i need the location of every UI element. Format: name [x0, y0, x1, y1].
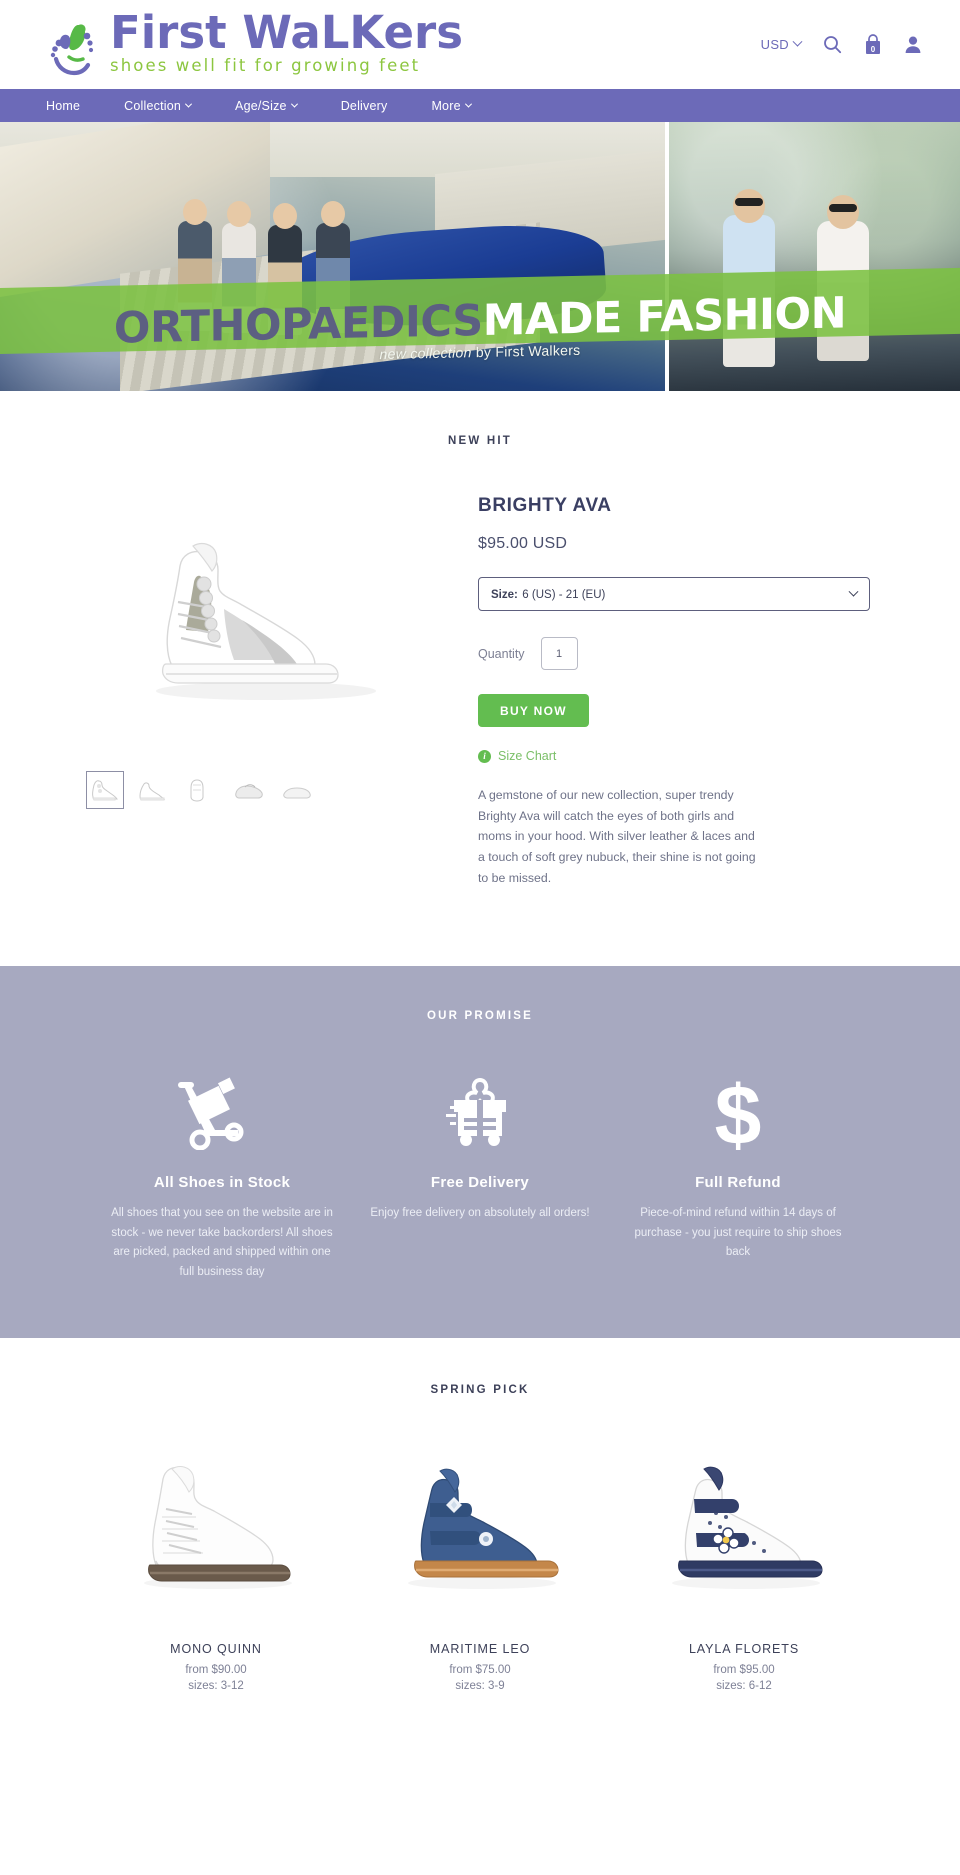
- buy-now-button[interactable]: BUY NOW: [478, 694, 589, 727]
- promise-text: All shoes that you see on the website ar…: [111, 1207, 333, 1278]
- logo-word-walkers: WaLKers: [242, 6, 463, 60]
- product-name: MARITIME LEO: [429, 1642, 531, 1657]
- size-select-label: Size:: [491, 589, 518, 601]
- our-promise-section: OUR PROMISE All Shoes in Stock All shoes…: [0, 966, 960, 1339]
- nav-item-collection[interactable]: Collection: [102, 99, 213, 113]
- svg-text:$: $: [715, 1076, 762, 1150]
- nav-item-delivery[interactable]: Delivery: [319, 99, 410, 113]
- promise-item-stock: All Shoes in Stock All shoes that you se…: [93, 1076, 351, 1282]
- hero-banner[interactable]: ORTHOPAEDICSMADE FASHION new collection …: [0, 122, 960, 391]
- size-chart-label: Size Chart: [498, 749, 557, 763]
- promise-text: Enjoy free delivery on absolutely all or…: [370, 1207, 590, 1220]
- site-header: First WaLKers shoes well fit for growing…: [0, 0, 960, 89]
- promise-title: Full Refund: [695, 1174, 781, 1192]
- promise-item-delivery: Free Delivery Enjoy free delivery on abs…: [351, 1076, 609, 1282]
- spring-product-card[interactable]: LAYLA FLORETS from $95.00 sizes: 6-12: [612, 1424, 876, 1692]
- product-sizes: sizes: 6-12: [716, 1680, 772, 1693]
- nav-label: Collection: [124, 98, 182, 113]
- product-description: A gemstone of our new collection, super …: [478, 788, 756, 885]
- spring-product-card[interactable]: MARITIME LEO from $75.00 sizes: 3-9: [348, 1424, 612, 1692]
- nav-item-more[interactable]: More: [409, 99, 492, 113]
- chevron-down-icon: [792, 36, 803, 47]
- main-navigation: Home Collection Age/Size Delivery More: [0, 89, 960, 122]
- logo-tagline: shoes well fit for growing feet: [110, 56, 421, 76]
- product-section-eyebrow: NEW HIT: [448, 435, 512, 447]
- nav-label: More: [431, 98, 461, 113]
- promise-title: Free Delivery: [430, 1174, 530, 1192]
- promise-title: All Shoes in Stock: [153, 1174, 291, 1192]
- cart-count-badge: 0: [870, 45, 876, 54]
- delivery-truck-gift-icon: [363, 1076, 597, 1150]
- product-image: [84, 1424, 348, 1620]
- quantity-input[interactable]: [540, 637, 578, 670]
- logo-wordmark: First WaLKers shoes well fit for growing…: [110, 10, 463, 79]
- site-logo[interactable]: First WaLKers shoes well fit for growing…: [48, 10, 463, 79]
- hero-subtitle-italic: new collection: [379, 344, 472, 363]
- chevron-down-icon: [464, 100, 472, 108]
- logo-word-first: First: [110, 6, 227, 60]
- product-thumbnail[interactable]: [86, 771, 124, 809]
- product-gallery: [48, 477, 468, 888]
- info-icon: i: [478, 749, 491, 763]
- product-thumbnail[interactable]: [134, 771, 172, 809]
- search-button[interactable]: [823, 35, 842, 54]
- product-thumbnails: [58, 771, 468, 809]
- currency-label: USD: [760, 37, 789, 52]
- promise-item-refund: $ Full Refund Piece-of-mind refund withi…: [609, 1076, 867, 1282]
- promise-text: Piece-of-mind refund within 14 days of p…: [634, 1207, 842, 1259]
- product-detail: BRIGHTY AVA $95.00 USD Size: 6 (US) - 21…: [0, 447, 960, 888]
- promise-eyebrow: OUR PROMISE: [427, 1010, 533, 1023]
- quantity-row: Quantity: [478, 637, 870, 670]
- size-select-value: 6 (US) - 21 (EU): [522, 589, 606, 601]
- product-title: BRIGHTY AVA: [478, 495, 612, 516]
- chevron-down-icon: [290, 100, 298, 108]
- spring-product-card[interactable]: MONO QUINN from $90.00 sizes: 3-12: [84, 1424, 348, 1692]
- size-select[interactable]: Size: 6 (US) - 21 (EU): [478, 577, 870, 611]
- currency-selector[interactable]: USD: [760, 36, 803, 52]
- header-actions: USD 0: [761, 34, 936, 55]
- product-image: [612, 1424, 876, 1620]
- dolly-cart-icon: [105, 1076, 339, 1151]
- spring-eyebrow: SPRING PICK: [430, 1384, 530, 1397]
- dollar-sign-icon: $: [621, 1076, 855, 1150]
- size-chart-link[interactable]: i Size Chart: [478, 749, 870, 763]
- search-icon: [824, 36, 842, 54]
- promise-columns: All Shoes in Stock All shoes that you se…: [0, 1076, 960, 1282]
- product-image: [348, 1424, 612, 1620]
- product-thumbnail[interactable]: [182, 771, 220, 809]
- cart-button[interactable]: 0: [864, 34, 882, 55]
- product-price: from $90.00: [185, 1664, 247, 1677]
- product-thumbnail[interactable]: [278, 771, 316, 809]
- product-main-image[interactable]: [58, 477, 468, 745]
- product-name: LAYLA FLORETS: [688, 1642, 800, 1657]
- chevron-down-icon: [185, 100, 193, 108]
- quantity-label: Quantity: [478, 646, 525, 661]
- product-sizes: sizes: 3-12: [188, 1680, 244, 1693]
- product-price: $95.00 USD: [478, 535, 568, 552]
- product-price: from $95.00: [713, 1664, 775, 1677]
- nav-label: Delivery: [340, 98, 388, 113]
- page-root: First WaLKers shoes well fit for growing…: [0, 0, 960, 1732]
- spring-product-grid: MONO QUINN from $90.00 sizes: 3-12 MARIT…: [0, 1424, 960, 1692]
- user-icon: [905, 36, 921, 53]
- nav-item-age-size[interactable]: Age/Size: [213, 99, 319, 113]
- product-info: BRIGHTY AVA $95.00 USD Size: 6 (US) - 21…: [478, 477, 870, 888]
- hero-subtitle-rest: by First Walkers: [471, 341, 581, 361]
- nav-item-home[interactable]: Home: [38, 99, 102, 113]
- account-button[interactable]: [904, 35, 922, 54]
- product-thumbnail[interactable]: [230, 771, 268, 809]
- nav-label: Home: [46, 98, 81, 113]
- product-name: MONO QUINN: [170, 1642, 262, 1657]
- footprint-logo-icon: [48, 19, 100, 79]
- product-price: from $75.00: [449, 1664, 511, 1677]
- product-sizes: sizes: 3-9: [455, 1680, 505, 1693]
- chevron-down-icon: [848, 586, 859, 597]
- nav-label: Age/Size: [235, 98, 287, 113]
- spring-pick-section: SPRING PICK MONO QUINN from $90.00 sizes…: [0, 1338, 960, 1732]
